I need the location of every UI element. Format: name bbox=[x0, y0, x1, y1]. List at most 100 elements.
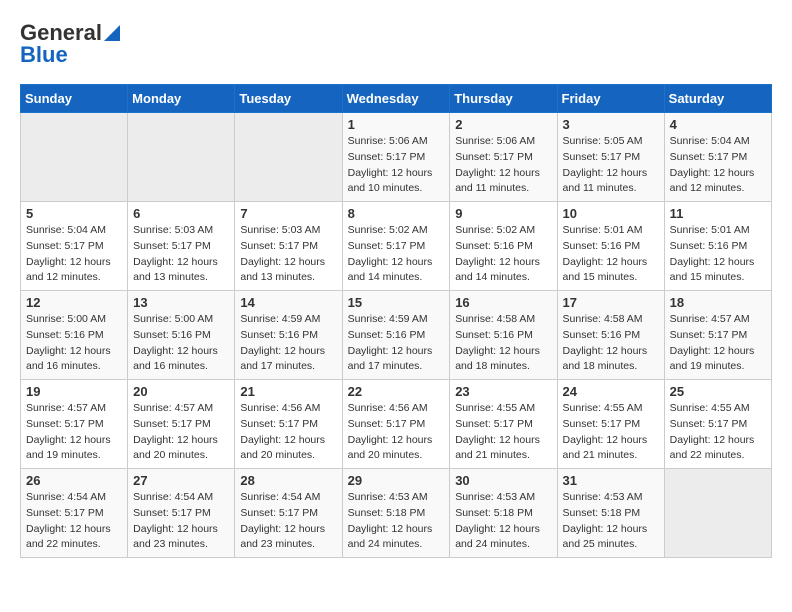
calendar-header-friday: Friday bbox=[557, 85, 664, 113]
day-number: 18 bbox=[670, 295, 766, 310]
calendar-cell: 20 Sunrise: 4:57 AMSunset: 5:17 PMDayligh… bbox=[128, 380, 235, 469]
day-number: 20 bbox=[133, 384, 229, 399]
day-number: 28 bbox=[240, 473, 336, 488]
calendar-week-row: 1 Sunrise: 5:06 AMSunset: 5:17 PMDaylight… bbox=[21, 113, 772, 202]
day-number: 11 bbox=[670, 206, 766, 221]
calendar-table: SundayMondayTuesdayWednesdayThursdayFrid… bbox=[20, 84, 772, 558]
calendar-week-row: 19 Sunrise: 4:57 AMSunset: 5:17 PMDayligh… bbox=[21, 380, 772, 469]
calendar-header-wednesday: Wednesday bbox=[342, 85, 450, 113]
calendar-cell: 12Sunrise: 5:00 AMSunset: 5:16 PMDayligh… bbox=[21, 291, 128, 380]
calendar-cell: 11 Sunrise: 5:01 AMSunset: 5:16 PMDayligh… bbox=[664, 202, 771, 291]
day-number: 6 bbox=[133, 206, 229, 221]
logo-triangle-icon bbox=[104, 23, 120, 41]
calendar-header-saturday: Saturday bbox=[664, 85, 771, 113]
calendar-cell: 4Sunrise: 5:04 AMSunset: 5:17 PMDaylight… bbox=[664, 113, 771, 202]
day-info: Sunrise: 4:56 AMSunset: 5:17 PMDaylight:… bbox=[240, 401, 336, 464]
day-number: 10 bbox=[563, 206, 659, 221]
day-info: Sunrise: 4:56 AMSunset: 5:17 PMDaylight:… bbox=[348, 401, 445, 464]
day-info: Sunrise: 5:05 AMSunset: 5:17 PMDaylight:… bbox=[563, 134, 659, 197]
calendar-cell: 3 Sunrise: 5:05 AMSunset: 5:17 PMDaylight… bbox=[557, 113, 664, 202]
calendar-cell: 23 Sunrise: 4:55 AMSunset: 5:17 PMDayligh… bbox=[450, 380, 557, 469]
calendar-cell: 7 Sunrise: 5:03 AMSunset: 5:17 PMDaylight… bbox=[235, 202, 342, 291]
day-number: 17 bbox=[563, 295, 659, 310]
day-info: Sunrise: 4:53 AMSunset: 5:18 PMDaylight:… bbox=[348, 490, 445, 553]
day-number: 25 bbox=[670, 384, 766, 399]
day-info: Sunrise: 4:53 AMSunset: 5:18 PMDaylight:… bbox=[563, 490, 659, 553]
calendar-cell: 26Sunrise: 4:54 AMSunset: 5:17 PMDayligh… bbox=[21, 469, 128, 558]
day-number: 29 bbox=[348, 473, 445, 488]
calendar-cell: 31 Sunrise: 4:53 AMSunset: 5:18 PMDayligh… bbox=[557, 469, 664, 558]
calendar-cell: 22 Sunrise: 4:56 AMSunset: 5:17 PMDayligh… bbox=[342, 380, 450, 469]
calendar-cell: 24 Sunrise: 4:55 AMSunset: 5:17 PMDayligh… bbox=[557, 380, 664, 469]
calendar-cell: 9Sunrise: 5:02 AMSunset: 5:16 PMDaylight… bbox=[450, 202, 557, 291]
day-number: 8 bbox=[348, 206, 445, 221]
day-number: 31 bbox=[563, 473, 659, 488]
calendar-cell: 16 Sunrise: 4:58 AMSunset: 5:16 PMDayligh… bbox=[450, 291, 557, 380]
calendar-cell: 28Sunrise: 4:54 AMSunset: 5:17 PMDayligh… bbox=[235, 469, 342, 558]
calendar-header-thursday: Thursday bbox=[450, 85, 557, 113]
day-number: 3 bbox=[563, 117, 659, 132]
day-info: Sunrise: 4:55 AMSunset: 5:17 PMDaylight:… bbox=[670, 401, 766, 464]
day-info: Sunrise: 4:58 AMSunset: 5:16 PMDaylight:… bbox=[455, 312, 551, 375]
calendar-week-row: 5 Sunrise: 5:04 AMSunset: 5:17 PMDaylight… bbox=[21, 202, 772, 291]
day-info: Sunrise: 4:59 AMSunset: 5:16 PMDaylight:… bbox=[240, 312, 336, 375]
day-info: Sunrise: 4:55 AMSunset: 5:17 PMDaylight:… bbox=[455, 401, 551, 464]
calendar-header-row: SundayMondayTuesdayWednesdayThursdayFrid… bbox=[21, 85, 772, 113]
day-number: 21 bbox=[240, 384, 336, 399]
day-number: 4 bbox=[670, 117, 766, 132]
calendar-cell: 18 Sunrise: 4:57 AMSunset: 5:17 PMDayligh… bbox=[664, 291, 771, 380]
calendar-cell bbox=[664, 469, 771, 558]
calendar-cell: 21 Sunrise: 4:56 AMSunset: 5:17 PMDayligh… bbox=[235, 380, 342, 469]
calendar-cell: 17Sunrise: 4:58 AMSunset: 5:16 PMDayligh… bbox=[557, 291, 664, 380]
page-header: General Blue bbox=[20, 20, 772, 68]
calendar-header-monday: Monday bbox=[128, 85, 235, 113]
calendar-week-row: 26Sunrise: 4:54 AMSunset: 5:17 PMDayligh… bbox=[21, 469, 772, 558]
day-info: Sunrise: 4:54 AMSunset: 5:17 PMDaylight:… bbox=[26, 490, 122, 553]
day-info: Sunrise: 5:03 AMSunset: 5:17 PMDaylight:… bbox=[240, 223, 336, 286]
day-info: Sunrise: 4:54 AMSunset: 5:17 PMDaylight:… bbox=[133, 490, 229, 553]
day-info: Sunrise: 4:57 AMSunset: 5:17 PMDaylight:… bbox=[670, 312, 766, 375]
calendar-cell bbox=[128, 113, 235, 202]
day-info: Sunrise: 4:53 AMSunset: 5:18 PMDaylight:… bbox=[455, 490, 551, 553]
calendar-cell bbox=[235, 113, 342, 202]
day-info: Sunrise: 5:03 AMSunset: 5:17 PMDaylight:… bbox=[133, 223, 229, 286]
day-number: 24 bbox=[563, 384, 659, 399]
day-number: 30 bbox=[455, 473, 551, 488]
day-number: 19 bbox=[26, 384, 122, 399]
logo-blue: Blue bbox=[20, 42, 68, 68]
calendar-cell: 25 Sunrise: 4:55 AMSunset: 5:17 PMDayligh… bbox=[664, 380, 771, 469]
calendar-week-row: 12 Sunrise: 5:00 AMSunset: 5:16 PMDayligh… bbox=[21, 291, 772, 380]
day-number: 15 bbox=[348, 295, 445, 310]
day-info: Sunrise: 5:01 AMSunset: 5:16 PMDaylight:… bbox=[563, 223, 659, 286]
day-info: Sunrise: 4:57 AMSunset: 5:17 PMDaylight:… bbox=[133, 401, 229, 464]
day-number: 23 bbox=[455, 384, 551, 399]
calendar-cell: 29 Sunrise: 4:53 AMSunset: 5:18 PMDayligh… bbox=[342, 469, 450, 558]
calendar-cell: 2Sunrise: 5:06 AMSunset: 5:17 PMDaylight… bbox=[450, 113, 557, 202]
day-info: Sunrise: 4:55 AMSunset: 5:17 PMDaylight:… bbox=[563, 401, 659, 464]
calendar-cell: 30 Sunrise: 4:53 AMSunset: 5:18 PMDayligh… bbox=[450, 469, 557, 558]
day-number: 12 bbox=[26, 295, 122, 310]
day-number: 7 bbox=[240, 206, 336, 221]
day-info: Sunrise: 5:01 AMSunset: 5:16 PMDaylight:… bbox=[670, 223, 766, 286]
calendar-cell bbox=[21, 113, 128, 202]
day-number: 22 bbox=[348, 384, 445, 399]
day-number: 2 bbox=[455, 117, 551, 132]
day-number: 1 bbox=[348, 117, 445, 132]
calendar-cell: 6 Sunrise: 5:03 AMSunset: 5:17 PMDaylight… bbox=[128, 202, 235, 291]
calendar-cell: 10 Sunrise: 5:01 AMSunset: 5:16 PMDayligh… bbox=[557, 202, 664, 291]
day-info: Sunrise: 5:06 AMSunset: 5:17 PMDaylight:… bbox=[348, 134, 445, 197]
day-number: 9 bbox=[455, 206, 551, 221]
day-info: Sunrise: 5:04 AMSunset: 5:17 PMDaylight:… bbox=[26, 223, 122, 286]
calendar-cell: 13Sunrise: 5:00 AMSunset: 5:16 PMDayligh… bbox=[128, 291, 235, 380]
calendar-cell: 5 Sunrise: 5:04 AMSunset: 5:17 PMDaylight… bbox=[21, 202, 128, 291]
calendar-header-sunday: Sunday bbox=[21, 85, 128, 113]
calendar-cell: 8 Sunrise: 5:02 AMSunset: 5:17 PMDaylight… bbox=[342, 202, 450, 291]
logo: General Blue bbox=[20, 20, 120, 68]
calendar-cell: 27Sunrise: 4:54 AMSunset: 5:17 PMDayligh… bbox=[128, 469, 235, 558]
day-number: 5 bbox=[26, 206, 122, 221]
day-info: Sunrise: 4:59 AMSunset: 5:16 PMDaylight:… bbox=[348, 312, 445, 375]
day-info: Sunrise: 5:02 AMSunset: 5:17 PMDaylight:… bbox=[348, 223, 445, 286]
day-number: 16 bbox=[455, 295, 551, 310]
calendar-body: 1 Sunrise: 5:06 AMSunset: 5:17 PMDaylight… bbox=[21, 113, 772, 558]
day-info: Sunrise: 5:00 AMSunset: 5:16 PMDaylight:… bbox=[133, 312, 229, 375]
